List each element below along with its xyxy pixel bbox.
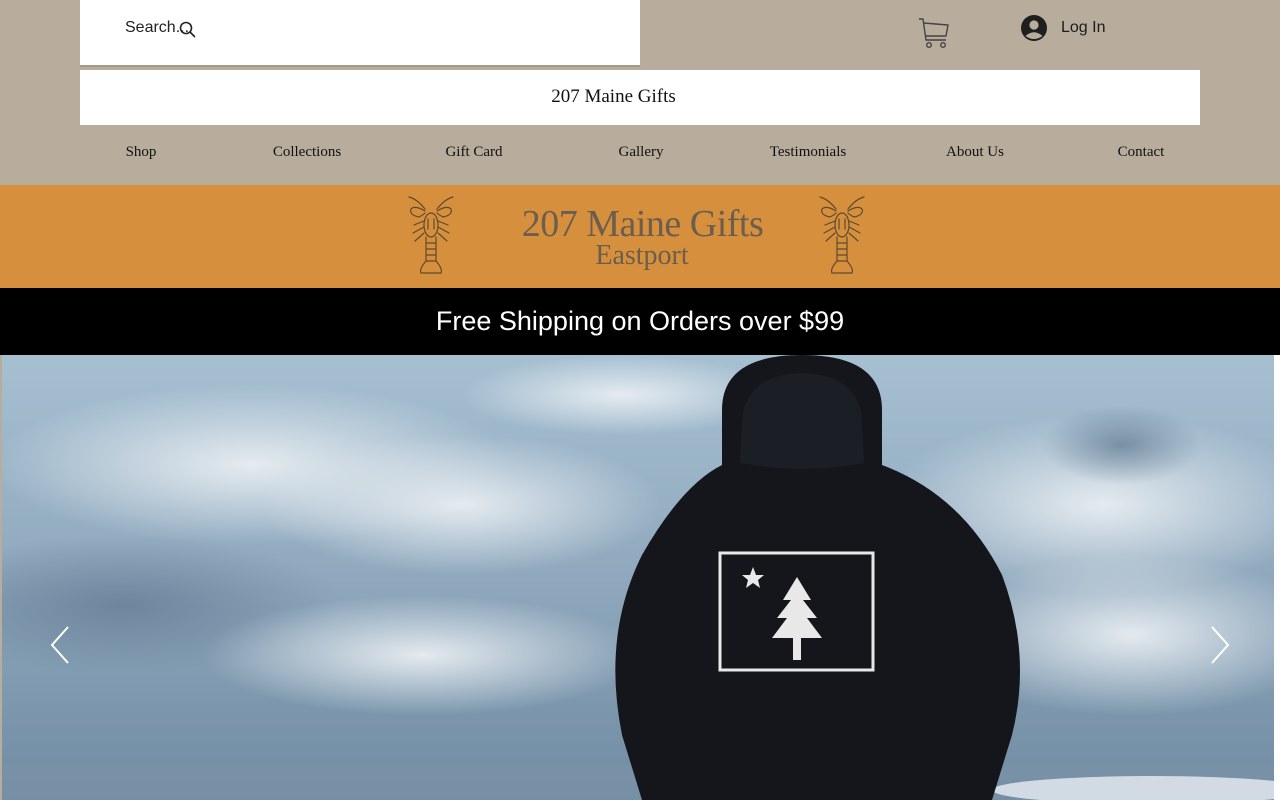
login-label: Log In [1061,19,1106,36]
cart-icon[interactable] [916,14,952,50]
search-input[interactable] [125,16,625,40]
chevron-right-icon[interactable] [1208,625,1232,665]
brand-banner: 207 Maine Gifts Eastport [0,185,1280,288]
site-title[interactable]: 207 Maine Gifts [80,86,1147,108]
login-button[interactable]: Log In [1020,12,1105,44]
site-header: Log In 207 Maine Gifts Shop Collections … [0,0,1280,185]
banner-subtitle: Eastport [595,240,689,271]
hero-edge [1274,355,1280,800]
site-title-bar: 207 Maine Gifts [80,70,1200,125]
hero-slideshow[interactable] [2,355,1274,800]
nav-item-testimonials[interactable]: Testimonials [770,144,846,161]
search-bar[interactable] [80,0,640,67]
nav-item-collections[interactable]: Collections [273,144,341,161]
nav-item-shop[interactable]: Shop [126,144,157,161]
hero-image [2,355,1274,800]
lobster-icon [819,196,865,274]
promo-strip: Free Shipping on Orders over $99 [0,288,1280,355]
chevron-left-icon[interactable] [48,625,72,665]
nav-item-gallery[interactable]: Gallery [619,144,664,161]
promo-text: Free Shipping on Orders over $99 [435,306,845,336]
nav-item-contact[interactable]: Contact [1118,144,1165,161]
main-nav: Shop Collections Gift Card Gallery Testi… [80,135,1200,171]
nav-item-gift-card[interactable]: Gift Card [445,144,502,161]
avatar-icon [1021,15,1047,41]
nav-item-about-us[interactable]: About Us [946,144,1004,161]
